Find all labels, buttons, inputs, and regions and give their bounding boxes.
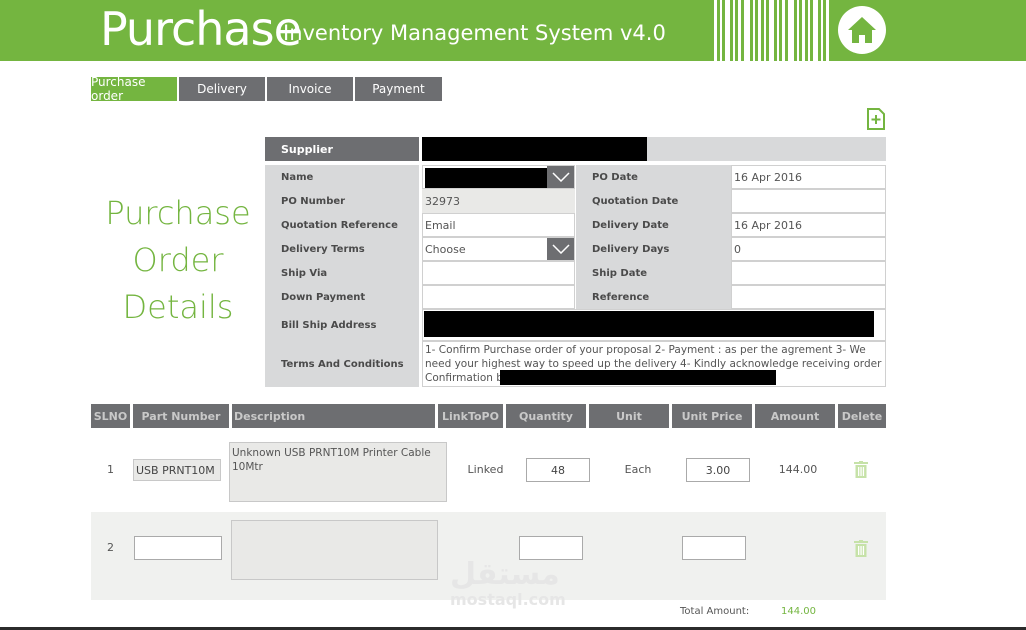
column-header-linktopo: LinkToPO [438, 404, 503, 428]
delivery-terms-dropdown[interactable]: Choose [422, 237, 575, 261]
watermark: مستقل mostaql.com [450, 557, 566, 610]
page-title: Purchase Order Details [93, 190, 263, 331]
description-textarea[interactable]: Unknown USB PRNT10M Printer Cable 10Mtr [229, 442, 447, 502]
redacted-block [425, 168, 549, 188]
tab-purchase-order[interactable]: Purchase order [91, 75, 177, 103]
total-amount-label: Total Amount: [680, 606, 750, 617]
delivery-days-label: Delivery Days [576, 237, 731, 261]
column-header-part-number: Part Number [133, 404, 229, 428]
dropdown-button[interactable] [547, 166, 574, 188]
amount-value: 144.00 [778, 462, 818, 476]
delivery-terms-value: Choose [425, 242, 466, 256]
po-number-label: PO Number [265, 189, 419, 213]
delivery-days-field[interactable]: 0 [731, 237, 886, 261]
supplier-label: Supplier [265, 137, 419, 161]
delivery-date-field[interactable]: 16 Apr 2016 [731, 213, 886, 237]
ship-via-field[interactable] [422, 261, 575, 285]
ship-date-field[interactable] [731, 261, 886, 285]
home-icon [848, 17, 876, 43]
down-payment-label: Down Payment [265, 285, 419, 309]
unit-price-input[interactable] [682, 536, 746, 560]
quantity-input[interactable]: 48 [526, 458, 590, 482]
barcode-decoration [714, 0, 829, 61]
watermark-arabic: مستقل [450, 557, 560, 592]
part-number-input[interactable]: USB PRNT10M [133, 459, 221, 481]
description-textarea[interactable] [231, 520, 438, 580]
tab-delivery[interactable]: Delivery [179, 77, 265, 101]
chevron-down-icon [551, 172, 570, 182]
total-amount-value: 144.00 [781, 606, 816, 617]
column-header-unit: Unit [589, 404, 669, 428]
quotation-reference-field[interactable]: Email [422, 213, 575, 237]
down-payment-field[interactable] [422, 285, 575, 309]
chevron-down-icon [551, 244, 570, 254]
po-number-field: 32973 [422, 189, 575, 213]
page-title-line: Order [132, 241, 224, 279]
terms-label: Terms And Conditions [265, 341, 419, 387]
page-title-line: Details [122, 288, 234, 326]
row-slno: 2 [107, 540, 114, 554]
redacted-block [500, 370, 776, 385]
column-header-unit-price: Unit Price [672, 404, 752, 428]
quotation-date-label: Quotation Date [576, 189, 731, 213]
app-title: Purchase [100, 2, 302, 56]
delivery-terms-label: Delivery Terms [265, 237, 419, 261]
trash-icon[interactable] [854, 461, 868, 478]
bill-ship-address-field[interactable] [422, 309, 886, 341]
reference-field[interactable] [731, 285, 886, 309]
column-header-quantity: Quantity [506, 404, 586, 428]
ship-via-label: Ship Via [265, 261, 419, 285]
column-header-amount: Amount [755, 404, 835, 428]
column-header-slno: SLNO [91, 404, 130, 428]
po-date-label: PO Date [576, 165, 731, 189]
link-status: Linked [467, 462, 504, 476]
delivery-date-label: Delivery Date [576, 213, 731, 237]
part-number-input[interactable] [134, 536, 222, 560]
tab-payment[interactable]: Payment [355, 77, 442, 101]
add-file-icon[interactable] [866, 108, 886, 130]
watermark-latin: mostaql.com [450, 590, 566, 609]
column-header-delete: Delete [838, 404, 886, 428]
unit-price-input[interactable]: 3.00 [686, 458, 750, 482]
bill-ship-address-label: Bill Ship Address [265, 309, 419, 341]
tab-invoice[interactable]: Invoice [267, 77, 353, 101]
redacted-block [424, 311, 874, 337]
quotation-reference-label: Quotation Reference [265, 213, 419, 237]
column-header-description: Description [232, 404, 435, 428]
trash-icon[interactable] [854, 540, 868, 557]
ship-date-label: Ship Date [576, 261, 731, 285]
name-label: Name [265, 165, 419, 189]
redacted-block [422, 137, 647, 161]
po-date-field[interactable]: 16 Apr 2016 [731, 165, 886, 189]
dropdown-button[interactable] [547, 238, 574, 260]
terms-field[interactable]: 1- Confirm Purchase order of your propos… [422, 341, 886, 387]
app-header: Purchase Inventory Management System v4.… [0, 0, 1026, 61]
page-title-line: Purchase [105, 194, 251, 232]
reference-label: Reference [576, 285, 731, 309]
app-subtitle: Inventory Management System v4.0 [283, 21, 666, 45]
row-slno: 1 [107, 462, 114, 476]
main-tabs: Purchase order Delivery Invoice Payment [91, 75, 444, 103]
home-button[interactable] [838, 6, 886, 54]
unit-value: Each [624, 462, 652, 476]
quotation-date-field[interactable] [731, 189, 886, 213]
name-dropdown[interactable] [422, 165, 575, 189]
